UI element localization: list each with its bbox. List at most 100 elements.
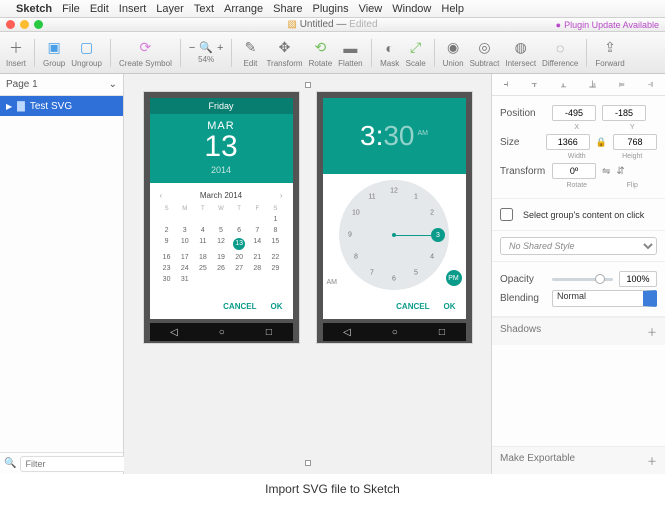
clock-hour-6[interactable]: 6 [392,276,396,283]
align-center-v-icon[interactable]: ⫢ [619,79,625,90]
calendar-day[interactable]: 19 [212,254,230,261]
calendar-day[interactable]: 26 [212,265,230,272]
select-group-checkbox[interactable] [500,208,513,221]
blending-select[interactable]: Normal [552,290,657,307]
clock-hour-9[interactable]: 9 [348,232,352,239]
selection-handle-bottom[interactable] [305,460,311,466]
calendar-day[interactable]: 25 [194,265,212,272]
align-bottom-icon[interactable]: ⫣ [648,79,654,90]
menu-help[interactable]: Help [441,3,464,15]
calendar-day[interactable]: 18 [194,254,212,261]
flatten-button[interactable]: ▬Flatten [338,38,362,68]
calendar-day[interactable]: 14 [248,238,266,250]
menu-plugins[interactable]: Plugins [313,3,349,15]
forward-button[interactable]: ⇪Forward [595,38,624,68]
insert-button[interactable]: ＋Insert [6,38,26,68]
menu-file[interactable]: File [62,3,80,15]
create-symbol-button[interactable]: ⟳Create Symbol [119,38,172,68]
am-label[interactable]: AM [327,279,338,286]
minimize-button[interactable] [20,20,29,29]
flip-v-icon[interactable]: ⇵ [616,166,624,177]
clock-hour-4[interactable]: 4 [430,254,434,261]
lock-aspect-icon[interactable]: 🔒 [596,137,607,148]
clock-hour-7[interactable]: 7 [370,270,374,277]
alignment-tabs[interactable]: ⫞⫟⫠ ⫡⫢⫣ [492,74,665,96]
close-button[interactable] [6,20,15,29]
menu-insert[interactable]: Insert [119,3,147,15]
opacity-slider[interactable] [552,278,613,281]
calendar-day[interactable]: 17 [176,254,194,261]
menu-view[interactable]: View [359,3,383,15]
group-button[interactable]: ▣Group [43,38,65,68]
scale-button[interactable]: ⤢Scale [406,38,426,68]
intersect-button[interactable]: ◍Intersect [505,38,536,68]
menu-arrange[interactable]: Arrange [224,3,263,15]
prev-month-icon[interactable]: ‹ [160,191,163,200]
plugin-update-notice[interactable]: Plugin Update Available [556,20,659,30]
calendar-day[interactable]: 7 [248,227,266,234]
menu-window[interactable]: Window [392,3,431,15]
layer-test-svg[interactable]: ▶ ▇ Test SVG [0,96,123,116]
add-shadow-icon[interactable]: ＋ [647,324,657,339]
calendar-day[interactable]: 29 [266,265,284,272]
next-month-icon[interactable]: › [280,191,283,200]
difference-button[interactable]: ◌Difference [542,38,578,68]
clock-hour-12[interactable]: 12 [390,188,398,195]
pm-label[interactable]: PM [446,270,462,286]
selection-handle-top[interactable] [305,82,311,88]
calendar-day[interactable]: 1 [266,216,284,223]
calendar-day[interactable]: 11 [194,238,212,250]
calendar-day[interactable]: 31 [176,276,194,283]
artboard-date-picker[interactable]: Friday MAR 13 2014 ‹ March 2014 › SMTWTF… [144,92,299,343]
ok-button[interactable]: OK [271,302,283,311]
position-x-input[interactable] [552,105,596,121]
calendar-day[interactable]: 3 [176,227,194,234]
calendar-day[interactable]: 10 [176,238,194,250]
rotate-input[interactable] [552,163,596,179]
clock-face[interactable]: 121234567891011 [339,180,449,290]
menu-sketch[interactable]: Sketch [16,3,52,15]
calendar-day[interactable]: 12 [212,238,230,250]
maximize-button[interactable] [34,20,43,29]
recents-icon[interactable]: □ [439,327,445,338]
clock-hour-5[interactable]: 5 [414,270,418,277]
cancel-button[interactable]: CANCEL [396,302,429,311]
align-top-icon[interactable]: ⫡ [589,79,596,90]
height-input[interactable] [613,134,657,150]
calendar-day[interactable]: 30 [158,276,176,283]
calendar-day[interactable]: 6 [230,227,248,234]
clock-hour-2[interactable]: 2 [430,210,434,217]
page-selector[interactable]: Page 1⌄ [0,74,123,96]
calendar-day[interactable]: 2 [158,227,176,234]
clock-hour-10[interactable]: 10 [352,210,360,217]
artboard-time-picker[interactable]: 3:30AM 121234567891011 AM PM CANCEL OK [317,92,472,343]
rotate-button[interactable]: ⟲Rotate [309,38,333,68]
menu-text[interactable]: Text [194,3,214,15]
menu-layer[interactable]: Layer [156,3,184,15]
width-input[interactable] [546,134,590,150]
clock-hour-11[interactable]: 11 [368,193,375,200]
calendar-day[interactable]: 13 [233,238,245,250]
home-icon[interactable]: ○ [392,327,398,338]
clock-hour-8[interactable]: 8 [354,254,358,261]
align-right-icon[interactable]: ⫠ [560,79,566,90]
calendar-day[interactable]: 28 [248,265,266,272]
position-y-input[interactable] [602,105,646,121]
union-button[interactable]: ◉Union [443,38,464,68]
calendar-day[interactable]: 20 [230,254,248,261]
subtract-button[interactable]: ◎Subtract [470,38,500,68]
calendar-day[interactable]: 22 [266,254,284,261]
calendar-day[interactable]: 9 [158,238,176,250]
menu-edit[interactable]: Edit [90,3,109,15]
clock-hour-3[interactable]: 3 [431,228,445,242]
edit-button[interactable]: ✎Edit [240,38,260,68]
home-icon[interactable]: ○ [219,327,225,338]
zoom-control[interactable]: −🔍+ 54% [189,41,224,64]
ungroup-button[interactable]: ▢Ungroup [71,38,102,68]
canvas[interactable]: Friday MAR 13 2014 ‹ March 2014 › SMTWTF… [124,74,491,474]
transform-button[interactable]: ✥Transform [266,38,302,68]
calendar-day[interactable]: 27 [230,265,248,272]
cancel-button[interactable]: CANCEL [223,302,256,311]
shadows-section[interactable]: Shadows＋ [492,317,665,345]
back-icon[interactable]: ◁ [170,327,178,338]
